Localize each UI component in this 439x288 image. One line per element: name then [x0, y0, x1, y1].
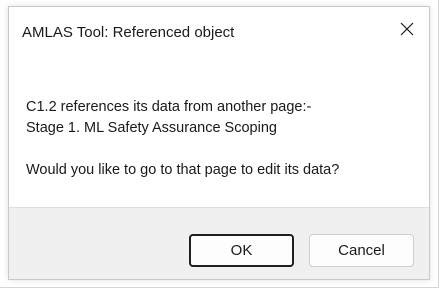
close-icon [400, 22, 414, 36]
close-button[interactable] [385, 7, 429, 51]
dialog-title: AMLAS Tool: Referenced object [22, 24, 235, 41]
dialog-message-area: C1.2 references its data from another pa… [9, 59, 429, 207]
message-line-reference: C1.2 references its data from another pa… [26, 99, 312, 115]
dialog-button-bar: OK Cancel [9, 207, 429, 279]
message-line-page: Stage 1. ML Safety Assurance Scoping [26, 120, 277, 136]
cancel-button[interactable]: Cancel [309, 234, 414, 267]
ok-button[interactable]: OK [189, 234, 294, 267]
dialog-titlebar: AMLAS Tool: Referenced object [9, 7, 429, 59]
referenced-object-dialog: AMLAS Tool: Referenced object C1.2 refer… [8, 6, 430, 280]
message-line-question: Would you like to go to that page to edi… [26, 162, 340, 178]
